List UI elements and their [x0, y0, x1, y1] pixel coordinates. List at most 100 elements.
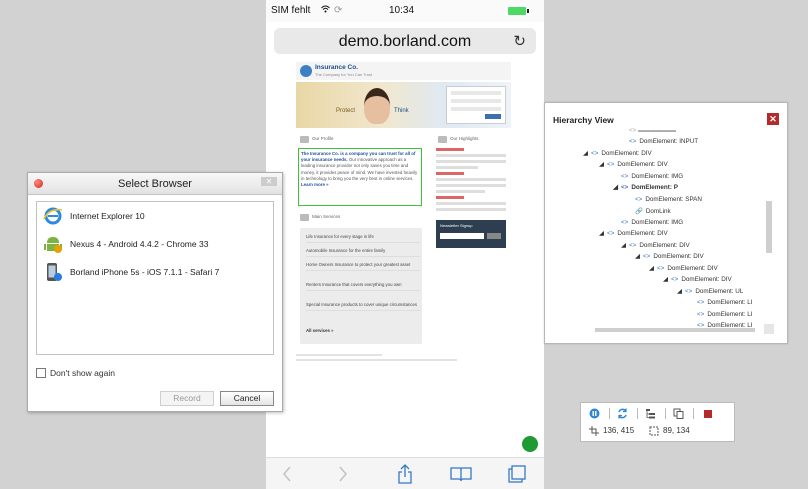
site-header: Insurance Co. The Company for You Can Tr…	[296, 62, 511, 80]
horizontal-scrollbar[interactable]	[595, 328, 755, 332]
tree-node[interactable]: ◢ <> DomElement: DIV	[599, 161, 668, 168]
banner-photo	[364, 88, 390, 124]
pause-icon[interactable]	[589, 408, 600, 419]
element-icon: <>	[621, 173, 629, 180]
tree-node[interactable]: <> DomElement: SPAN	[635, 196, 702, 203]
newsletter-box: Newsletter Signup	[436, 220, 506, 248]
refresh-icon[interactable]	[617, 408, 628, 419]
ios-status-bar: SIM fehlt ⟳ 10:34	[266, 0, 544, 22]
service-item[interactable]: Automobile Insurance for the entire fami…	[306, 248, 420, 257]
newsletter-title: Newsletter Signup	[440, 223, 473, 228]
tree-node[interactable]: <> DomElement: IMG	[621, 173, 683, 180]
tree-node[interactable]: 🔗 DomLink	[635, 207, 671, 215]
position-icon	[589, 426, 599, 438]
service-item[interactable]: Home Owners Insurance to protect your gr…	[306, 262, 420, 271]
learn-more-link[interactable]: Learn more »	[301, 182, 329, 187]
stop-icon[interactable]	[702, 408, 713, 419]
status-time: 10:34	[389, 5, 415, 16]
book-icon[interactable]	[450, 463, 472, 485]
copy-icon[interactable]	[673, 408, 684, 419]
expand-arrow-icon[interactable]: ◢	[599, 161, 607, 168]
dialog-title: Select Browser	[118, 178, 192, 190]
element-icon: <>	[671, 276, 679, 283]
address-bar[interactable]: demo.borland.com ↻	[274, 28, 536, 54]
site-banner: Protect Think	[296, 82, 511, 128]
url-text: demo.borland.com	[338, 33, 472, 50]
hierarchy-view-title: Hierarchy View	[553, 115, 614, 125]
tree-node[interactable]: <> DomElement: LI	[697, 299, 759, 306]
expand-arrow-icon[interactable]: ◢	[663, 276, 671, 283]
element-icon: <>	[697, 299, 705, 306]
tree-node[interactable]: ◢ <> DomElement: DIV	[599, 230, 668, 237]
expand-arrow-icon[interactable]: ◢	[677, 288, 685, 295]
phone-browser-preview: SIM fehlt ⟳ 10:34 demo.borland.com ↻ Ins…	[266, 0, 544, 489]
tree-node-partial[interactable]: <> ▬▬▬▬▬▬	[629, 127, 676, 134]
hierarchy-icon[interactable]	[645, 408, 656, 419]
expand-arrow-icon[interactable]: ◢	[599, 230, 607, 237]
resize-corner[interactable]	[764, 324, 774, 334]
highlighted-paragraph[interactable]: The Insurance Co. is a company you can t…	[298, 148, 422, 206]
tree-node[interactable]: ◢ <> DomElement: DIV	[663, 276, 732, 283]
dialog-title-bar: Select Browser ✕	[28, 173, 282, 195]
toolbar-divider	[637, 408, 638, 419]
newsletter-submit-button[interactable]	[487, 233, 501, 239]
site-logo-name: Insurance Co.	[315, 64, 358, 71]
all-services-link[interactable]: All services »	[306, 328, 420, 336]
dont-show-again-label: Don't show again	[50, 368, 115, 378]
safari-toolbar	[266, 457, 544, 489]
tree-node[interactable]: ◢ <> DomElement: DIV	[583, 150, 652, 157]
size-readout: 89, 134	[663, 426, 690, 435]
tree-node[interactable]: <> DomElement: LI	[697, 311, 759, 318]
element-icon: <>	[643, 253, 651, 260]
reload-icon[interactable]: ↻	[513, 32, 526, 50]
element-icon: <>	[685, 288, 693, 295]
expand-arrow-icon[interactable]: ◢	[635, 253, 643, 260]
website-content: Insurance Co. The Company for You Can Tr…	[296, 62, 511, 372]
vertical-scrollbar[interactable]	[766, 201, 772, 253]
tree-node[interactable]: ◢ <> DomElement: DIV	[635, 253, 704, 260]
tree-node[interactable]: ◢ <> DomElement: DIV	[621, 242, 690, 249]
service-item[interactable]: Renters Insurance that covers everything…	[306, 282, 420, 291]
expand-arrow-icon[interactable]: ◢	[613, 184, 621, 191]
record-button[interactable]: Record	[160, 391, 214, 406]
browser-item-iphone[interactable]: Borland iPhone 5s - iOS 7.1.1 - Safari 7	[41, 262, 271, 282]
tabs-icon[interactable]	[506, 463, 528, 485]
logo-icon	[300, 65, 312, 77]
element-icon: <>	[607, 230, 615, 237]
toolbar-divider	[693, 408, 694, 419]
element-icon: <>	[607, 161, 615, 168]
tree-node-selected[interactable]: ◢ <> DomElement: P	[613, 184, 678, 191]
cancel-button[interactable]: Cancel	[220, 391, 274, 406]
forward-arrow-icon[interactable]	[332, 463, 354, 485]
back-arrow-icon[interactable]	[276, 463, 298, 485]
share-icon[interactable]	[394, 463, 416, 485]
tree-node[interactable]: ◢ <> DomElement: DIV	[649, 265, 718, 272]
close-icon[interactable]: ✕	[261, 177, 277, 186]
tree-node[interactable]: ◢ <> DomElement: UL	[677, 288, 743, 295]
newsletter-email-field[interactable]	[440, 233, 484, 239]
profile-icon	[300, 136, 309, 143]
browser-item-ie[interactable]: Internet Explorer 10	[41, 206, 271, 226]
site-tagline: The Company for You Can Trust	[315, 72, 373, 77]
service-item[interactable]: Life Insurance for every stage in life	[306, 234, 420, 243]
element-icon: <>	[591, 150, 599, 157]
tree-node[interactable]: <> DomElement: INPUT	[629, 138, 698, 145]
browser-item-nexus[interactable]: Nexus 4 - Android 4.4.2 - Chrome 33	[41, 234, 271, 254]
service-item[interactable]: Special Insurance products to cover uniq…	[306, 302, 420, 311]
news-column	[436, 148, 506, 218]
carrier-label: SIM fehlt	[271, 5, 311, 16]
internet-explorer-icon	[43, 206, 63, 226]
expand-arrow-icon[interactable]: ◢	[649, 265, 657, 272]
expand-arrow-icon[interactable]: ◢	[621, 242, 629, 249]
login-form[interactable]	[446, 86, 506, 124]
dont-show-again-checkbox[interactable]	[36, 368, 46, 378]
element-icon: <>	[621, 184, 629, 191]
expand-arrow-icon[interactable]: ◢	[583, 150, 591, 157]
dont-show-again-option[interactable]: Don't show again	[36, 367, 236, 379]
recording-indicator	[522, 436, 538, 452]
battery-icon	[508, 7, 529, 15]
close-icon[interactable]: ✕	[767, 113, 779, 125]
tree-node[interactable]: <> DomElement: IMG	[621, 219, 683, 226]
hierarchy-view-panel: Hierarchy View ✕ <> ▬▬▬▬▬▬ <> DomElement:…	[544, 102, 788, 344]
services-icon	[300, 214, 309, 221]
